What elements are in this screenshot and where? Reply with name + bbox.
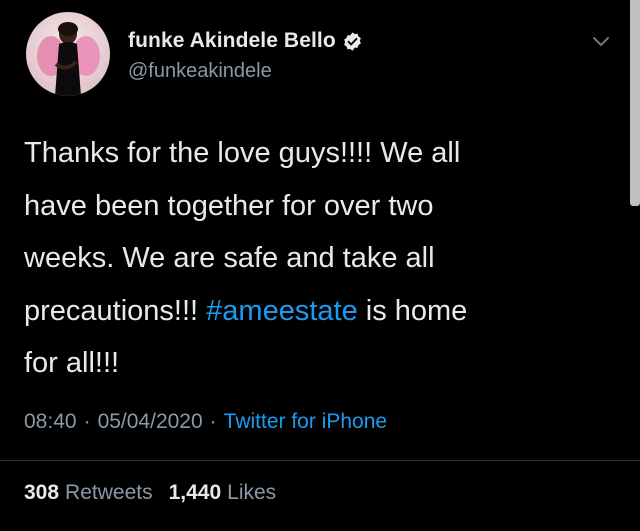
likes-count[interactable]: 1,440 — [169, 481, 222, 505]
author-display-name[interactable]: funke Akindele Bello — [128, 29, 336, 53]
chevron-down-icon[interactable] — [588, 30, 614, 52]
meta-separator: · — [83, 410, 91, 433]
hashtag-link[interactable]: #ameestate — [206, 295, 358, 327]
meta-separator-2: · — [209, 410, 217, 433]
tweet-stats: 308 Retweets 1,440 Likes — [24, 481, 276, 505]
tweet-meta: 08:40 · 05/04/2020 · Twitter for iPhone — [24, 410, 387, 434]
author-name-row[interactable]: funke Akindele Bello — [128, 28, 363, 54]
avatar-photo — [37, 22, 100, 96]
tweet-time[interactable]: 08:40 — [24, 410, 77, 434]
scrollbar-thumb[interactable] — [630, 0, 640, 206]
tweet-source-link[interactable]: Twitter for iPhone — [224, 410, 387, 434]
retweets-label[interactable]: Retweets — [65, 481, 153, 505]
retweets-count[interactable]: 308 — [24, 481, 59, 505]
tweet-text: Thanks for the love guys!!!! We all have… — [24, 127, 604, 390]
verified-badge-icon — [343, 31, 361, 51]
stats-divider — [0, 460, 640, 461]
author-avatar[interactable] — [26, 12, 110, 96]
author-handle[interactable]: @funkeakindele — [128, 60, 272, 83]
tweet-card: funke Akindele Bello @funkeakindele Than… — [0, 0, 640, 531]
likes-label[interactable]: Likes — [227, 481, 276, 505]
tweet-date[interactable]: 05/04/2020 — [98, 410, 203, 434]
